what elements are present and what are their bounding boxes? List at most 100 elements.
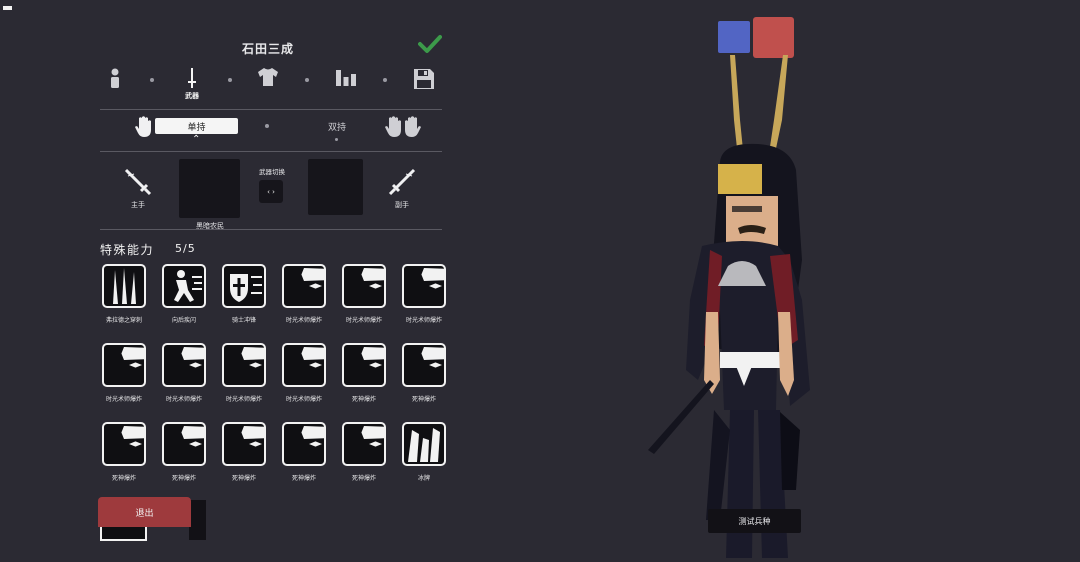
burst-icon bbox=[102, 422, 146, 466]
ability-label: 时光术师爆炸 bbox=[405, 317, 442, 324]
weapon-slots: 主手 黑暗农民 武器切换 ‹ › 副手 bbox=[98, 156, 442, 236]
burst-icon bbox=[342, 264, 386, 308]
weapon-swap-button[interactable]: ‹ › bbox=[259, 180, 283, 203]
sword-icon bbox=[187, 68, 197, 88]
unit-preview-character bbox=[640, 50, 840, 558]
ability-card[interactable]: 死神爆炸 bbox=[220, 422, 280, 486]
step-separator-dot bbox=[150, 78, 154, 82]
main-hand-weapon-slot[interactable] bbox=[179, 159, 240, 218]
single-hand-icon[interactable] bbox=[134, 116, 154, 142]
burst-icon bbox=[342, 422, 386, 466]
step-save[interactable] bbox=[410, 68, 438, 104]
shirt-icon bbox=[257, 68, 279, 86]
ability-label: 死神爆炸 bbox=[171, 475, 196, 482]
editor-steps: 武器 bbox=[98, 68, 442, 104]
burst-icon bbox=[282, 343, 326, 387]
hold-mode-selector: 单持 ⌃ 双持 bbox=[98, 116, 442, 146]
dual-hold-indicator-dot bbox=[335, 138, 338, 141]
burst-icon bbox=[402, 343, 446, 387]
ability-label: 时光术师爆炸 bbox=[105, 396, 142, 403]
ability-card[interactable]: 死神爆炸 bbox=[100, 422, 160, 486]
ability-label: 弗拉德之穿刺 bbox=[105, 317, 142, 324]
hold-separator-dot bbox=[265, 124, 269, 128]
selected-caret-icon: ⌃ bbox=[192, 134, 201, 145]
ability-label: 死神爆炸 bbox=[291, 475, 316, 482]
ability-card[interactable]: 时光术师爆炸 bbox=[340, 264, 400, 328]
main-hand-label: 主手 bbox=[131, 201, 145, 209]
scroll-shadow bbox=[189, 500, 206, 540]
knight-charge-icon bbox=[222, 264, 266, 308]
ability-label: 死神爆炸 bbox=[351, 475, 376, 482]
team-blue-marker[interactable] bbox=[718, 21, 750, 53]
ability-label: 死神爆炸 bbox=[351, 396, 376, 403]
step-stats[interactable] bbox=[332, 68, 360, 104]
ability-card[interactable]: 时光术师爆炸 bbox=[280, 264, 340, 328]
ability-card[interactable]: 弗拉德之穿刺 bbox=[100, 264, 160, 328]
unit-editor-panel: 石田三成 武器 单持 ⌃ 双持 主手 黑暗农民 武器切换 ‹ › 副手 特殊能力… bbox=[98, 30, 446, 558]
burst-icon bbox=[342, 343, 386, 387]
step-separator-dot bbox=[383, 78, 387, 82]
ability-label: 死神爆炸 bbox=[231, 475, 256, 482]
ability-card[interactable]: 死神爆炸 bbox=[400, 343, 460, 407]
step-weapons[interactable]: 武器 bbox=[178, 68, 206, 104]
off-hand-label: 副手 bbox=[395, 201, 409, 209]
person-icon bbox=[108, 68, 122, 88]
divider bbox=[100, 109, 442, 110]
step-unit-base[interactable] bbox=[101, 68, 129, 104]
step-weapons-label: 武器 bbox=[185, 92, 199, 100]
unit-name-title: 石田三成 bbox=[241, 42, 294, 56]
ice-icon bbox=[402, 422, 446, 466]
special-abilities-count: 5/5 bbox=[175, 242, 196, 255]
burst-icon bbox=[102, 343, 146, 387]
burst-icon bbox=[282, 264, 326, 308]
bar-chart-icon bbox=[335, 68, 357, 86]
ability-card[interactable]: 骑士冲锋 bbox=[220, 264, 280, 328]
ability-label: 骑士冲锋 bbox=[231, 317, 256, 324]
ability-card[interactable]: 死神爆炸 bbox=[340, 343, 400, 407]
main-hand-sword-icon[interactable] bbox=[124, 168, 152, 200]
dash-back-icon bbox=[162, 264, 206, 308]
ability-card[interactable]: 时光术师爆炸 bbox=[100, 343, 160, 407]
special-abilities-title: 特殊能力 bbox=[100, 243, 155, 257]
test-unit-button[interactable]: 测试兵种 bbox=[708, 509, 801, 533]
ability-icon-partial bbox=[100, 527, 147, 541]
off-hand-sword-icon[interactable] bbox=[388, 168, 416, 200]
ability-label: 冰牌 bbox=[417, 475, 430, 482]
dual-hand-icon[interactable] bbox=[384, 116, 422, 142]
confirm-check-icon[interactable] bbox=[418, 34, 442, 56]
divider bbox=[100, 151, 442, 152]
ability-label: 时光术师爆炸 bbox=[285, 396, 322, 403]
ability-label: 死神爆炸 bbox=[111, 475, 136, 482]
step-separator-dot bbox=[305, 78, 309, 82]
ability-card[interactable]: 时光术师爆炸 bbox=[280, 343, 340, 407]
burst-icon bbox=[402, 264, 446, 308]
ability-label: 时光术师爆炸 bbox=[285, 317, 322, 324]
burst-icon bbox=[162, 422, 206, 466]
save-icon bbox=[413, 68, 435, 90]
burst-icon bbox=[222, 422, 266, 466]
ability-card[interactable]: 死神爆炸 bbox=[340, 422, 400, 486]
step-separator-dot bbox=[228, 78, 232, 82]
exit-button[interactable]: 退出 bbox=[98, 497, 191, 527]
ability-card[interactable]: 时光术师爆炸 bbox=[400, 264, 460, 328]
dual-hold-option[interactable]: 双持 bbox=[317, 120, 357, 133]
ability-label: 向后疾闪 bbox=[171, 317, 196, 324]
weapon-swap-label: 武器切换 bbox=[259, 168, 285, 176]
ability-card[interactable]: 向后疾闪 bbox=[160, 264, 220, 328]
ability-card[interactable]: 死神爆炸 bbox=[160, 422, 220, 486]
ability-card[interactable]: 时光术师爆炸 bbox=[160, 343, 220, 407]
step-clothing[interactable] bbox=[254, 68, 282, 104]
spikes-icon bbox=[102, 264, 146, 308]
ability-label: 时光术师爆炸 bbox=[345, 317, 382, 324]
single-hold-option[interactable]: 单持 bbox=[155, 118, 238, 134]
ability-card[interactable]: 时光术师爆炸 bbox=[220, 343, 280, 407]
window-corner-mark bbox=[3, 6, 12, 10]
ability-card[interactable]: 冰牌 bbox=[400, 422, 460, 486]
divider bbox=[100, 229, 442, 230]
ability-label: 时光术师爆炸 bbox=[225, 396, 262, 403]
burst-icon bbox=[222, 343, 266, 387]
burst-icon bbox=[162, 343, 206, 387]
off-hand-weapon-slot[interactable] bbox=[308, 159, 363, 215]
ability-card[interactable]: 死神爆炸 bbox=[280, 422, 340, 486]
burst-icon bbox=[282, 422, 326, 466]
